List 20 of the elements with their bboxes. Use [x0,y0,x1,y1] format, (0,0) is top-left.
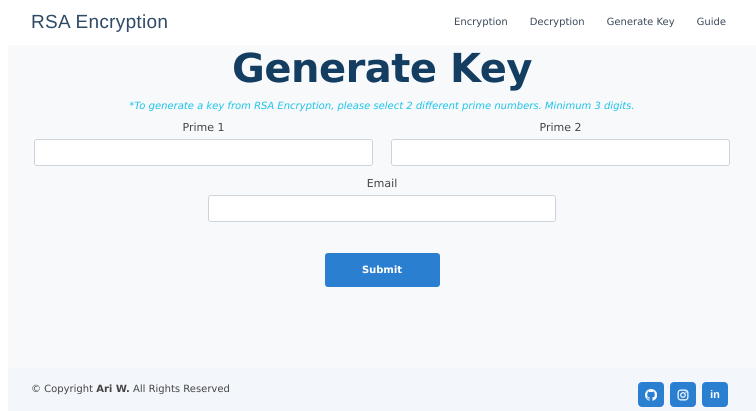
input-field[interactable] [34,139,373,166]
nav-link[interactable]: Decryption [530,17,585,28]
camera-icon [677,388,689,400]
nav-link[interactable]: Encryption [454,17,508,28]
copyright-text: © Copyright Ari W. All Rights Reserved [31,384,230,395]
social-button[interactable]: in [702,382,728,407]
input-field[interactable] [391,139,730,166]
submit-button[interactable]: Submit [324,253,440,287]
field-label: Email [366,177,398,190]
field-label: Prime 2 [540,121,582,134]
instruction-note: *To generate a key from RSA Encryption, please select 2 different prime numbers. Minimum 3 digits. [129,101,635,112]
nav-link[interactable]: Guide [696,17,726,28]
input-field[interactable] [208,195,556,222]
github-icon [645,388,657,400]
nav-link[interactable]: Generate Key [606,17,675,28]
social-button[interactable] [670,382,696,407]
field-label: Prime 1 [182,121,224,134]
page-title: Generate Key [232,45,532,93]
site-title[interactable]: RSA Encryption [31,12,168,34]
social-button[interactable] [638,382,664,407]
